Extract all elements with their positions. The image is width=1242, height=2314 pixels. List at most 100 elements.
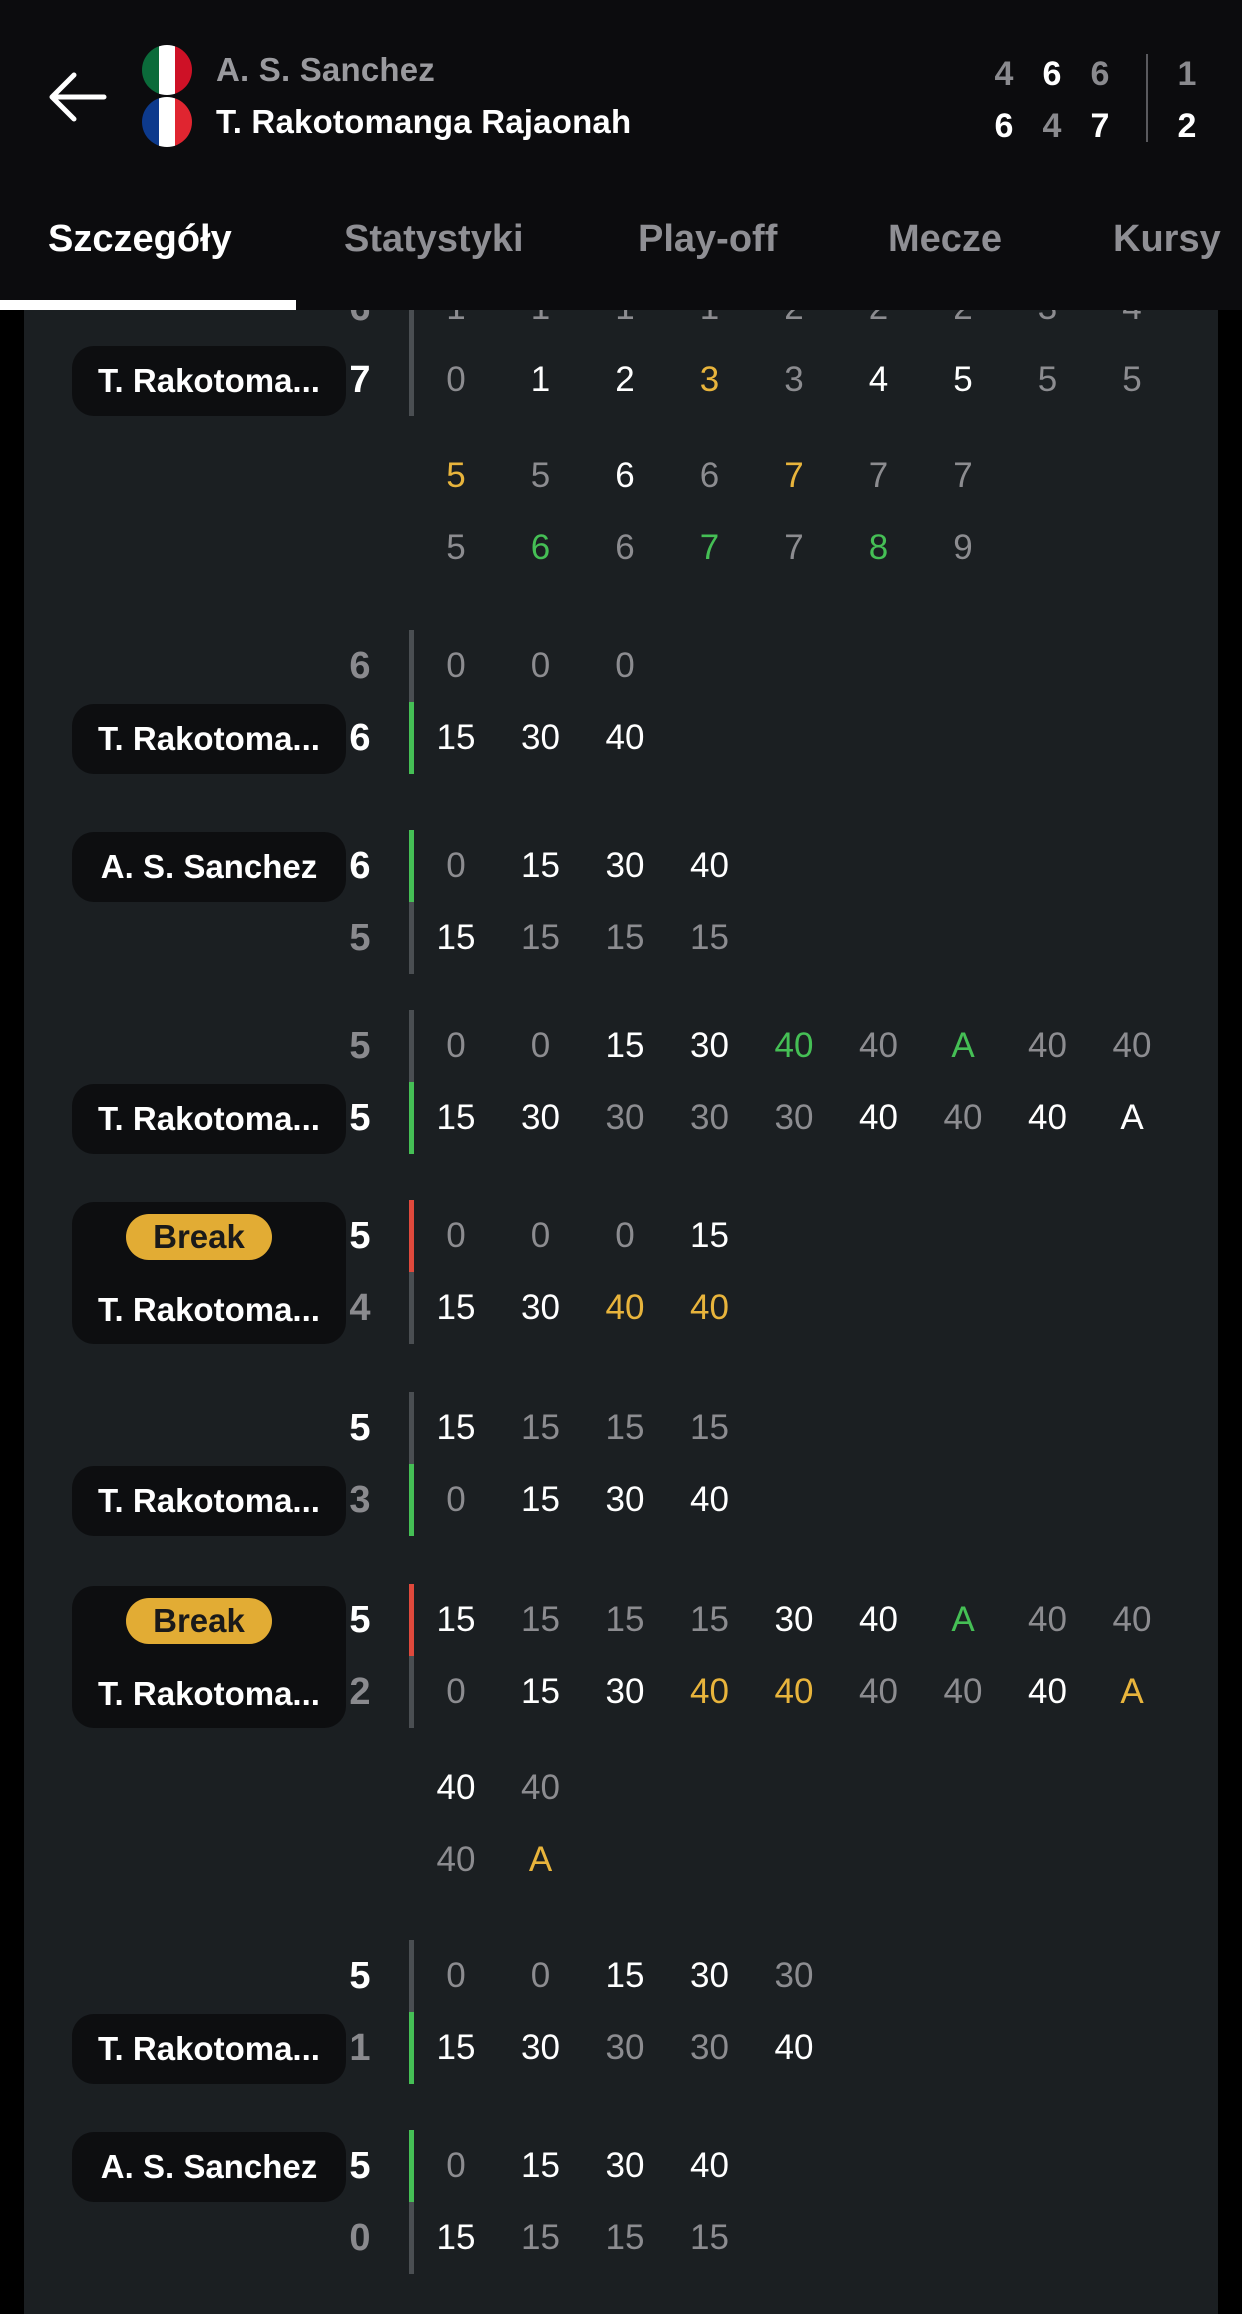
point-row: 3 0 15 30 40 xyxy=(24,1464,1218,1536)
games-score: 0 xyxy=(349,2217,371,2259)
match-header: A. S. Sanchez T. Rakotomanga Rajaonah 4 … xyxy=(0,0,1242,310)
point-score: 15 xyxy=(436,1600,476,1639)
point-score: 40 xyxy=(1028,1098,1067,1137)
player2-name[interactable]: T. Rakotomanga Rajaonah xyxy=(216,103,631,141)
point-score: 15 xyxy=(521,1480,560,1519)
point-score: 40 xyxy=(1112,1600,1152,1639)
point-score: 15 xyxy=(521,2146,560,2185)
games-score: 5 xyxy=(349,2145,371,2187)
point-score: 15 xyxy=(521,918,560,957)
point-score: 30 xyxy=(521,1288,560,1327)
set-3-p1: 6 xyxy=(1090,55,1110,93)
point-score: 15 xyxy=(605,2218,645,2257)
point-score: 30 xyxy=(521,1098,560,1137)
point-score: 15 xyxy=(436,2028,476,2067)
point-score: 5 xyxy=(530,456,551,495)
point-score: 4 xyxy=(868,360,889,399)
point-score: 0 xyxy=(530,646,551,685)
player1-row: A. S. Sanchez xyxy=(142,44,631,96)
point-score: 30 xyxy=(521,2028,560,2067)
set-1-score: 4 6 xyxy=(980,48,1028,152)
point-by-point-list[interactable]: T. Rakotoma...61111222347012334555556677… xyxy=(24,310,1218,2314)
point-score: 0 xyxy=(446,1026,466,1065)
point-score: 30 xyxy=(774,1098,814,1137)
point-row: 6 0 0 0 xyxy=(24,630,1218,702)
tab-play-off[interactable]: Play-off xyxy=(638,218,777,261)
games-score: 4 xyxy=(349,1287,371,1329)
tab-szczegoly[interactable]: Szczegóły xyxy=(48,218,232,261)
point-score: 15 xyxy=(690,918,729,957)
tab-mecze[interactable]: Mecze xyxy=(888,218,1002,261)
point-score: 40 xyxy=(1028,1600,1067,1639)
point-score: 0 xyxy=(446,1216,466,1255)
point-score: 9 xyxy=(953,528,973,567)
set-3-p2: 7 xyxy=(1090,107,1110,145)
point-score: 40 xyxy=(859,1026,898,1065)
point-score: 15 xyxy=(690,1408,729,1447)
games-score: 7 xyxy=(349,359,371,401)
point-score: 30 xyxy=(605,2028,645,2067)
point-score: 40 xyxy=(1112,1026,1152,1065)
point-score: 1 xyxy=(530,360,551,399)
sets-won-p2: 2 xyxy=(1177,107,1197,145)
set-2-score: 6 4 xyxy=(1028,48,1076,152)
point-score: 0 xyxy=(446,646,466,685)
point-score: 0 xyxy=(446,1480,466,1519)
games-score: 6 xyxy=(349,645,371,687)
tab-bar: Szczegóły Statystyki Play-off Mecze Kurs… xyxy=(0,196,1242,310)
point-score: 40 xyxy=(690,2146,729,2185)
point-score: 15 xyxy=(605,918,645,957)
point-score: 40 xyxy=(859,1600,898,1639)
set-1-p2: 6 xyxy=(994,107,1014,145)
point-row: 5 5 6 6 7 7 7 xyxy=(24,440,1218,512)
player1-name[interactable]: A. S. Sanchez xyxy=(216,51,435,89)
point-score: 7 xyxy=(868,456,889,495)
tab-statystyki[interactable]: Statystyki xyxy=(344,218,524,261)
point-score: 30 xyxy=(521,718,560,757)
point-score: 1 xyxy=(668,310,752,344)
games-score: 6 xyxy=(349,717,371,759)
games-score: 6 xyxy=(330,310,390,344)
point-score: 0 xyxy=(530,1216,551,1255)
left-edge xyxy=(0,310,24,2314)
point-score: 40 xyxy=(690,1480,729,1519)
point-score: 15 xyxy=(521,1408,560,1447)
point-score: 1 xyxy=(499,310,583,344)
sets-won: 1 2 xyxy=(1170,48,1204,152)
point-row: 40 A xyxy=(24,1824,1218,1896)
point-score: 40 xyxy=(774,2028,814,2067)
score-divider xyxy=(1146,54,1148,142)
france-flag-icon xyxy=(142,97,192,147)
back-arrow-icon[interactable] xyxy=(44,64,110,130)
point-score: 30 xyxy=(605,1672,645,1711)
point-score: 30 xyxy=(690,2028,729,2067)
point-score: A xyxy=(528,1840,553,1879)
point-score: 7 xyxy=(699,528,720,567)
point-score: 0 xyxy=(530,1026,551,1065)
point-score: 30 xyxy=(774,1956,814,1995)
point-score: 3 xyxy=(1006,310,1090,344)
point-score: 5 xyxy=(1122,360,1142,399)
point-score: 40 xyxy=(690,1672,729,1711)
point-row: 5 15 15 15 15 xyxy=(24,902,1218,974)
point-score: 15 xyxy=(605,1408,645,1447)
point-score: 30 xyxy=(774,1600,814,1639)
point-score: 15 xyxy=(690,2218,729,2257)
point-score: A xyxy=(1120,1672,1144,1711)
games-score: 5 xyxy=(349,917,371,959)
point-row: 7 0 1 2 3 3 4 5 5 5 xyxy=(24,344,1218,416)
point-score: 15 xyxy=(521,2218,560,2257)
point-score: 2 xyxy=(752,310,836,344)
point-score: 2 xyxy=(615,360,635,399)
point-row: 5 15 30 30 30 30 40 40 40 A xyxy=(24,1082,1218,1154)
point-score: 5 xyxy=(1037,360,1058,399)
games-score: 5 xyxy=(349,1955,371,1997)
point-score: 15 xyxy=(521,1672,560,1711)
set-1-p1: 4 xyxy=(994,55,1014,93)
point-score: 3 xyxy=(699,360,720,399)
point-row: 5 0 0 15 30 40 40 A 40 40 xyxy=(24,1010,1218,1082)
mexico-flag-icon xyxy=(142,45,192,95)
point-score: 15 xyxy=(436,1408,476,1447)
point-score: 15 xyxy=(436,2218,476,2257)
tab-kursy[interactable]: Kursy xyxy=(1113,218,1221,261)
